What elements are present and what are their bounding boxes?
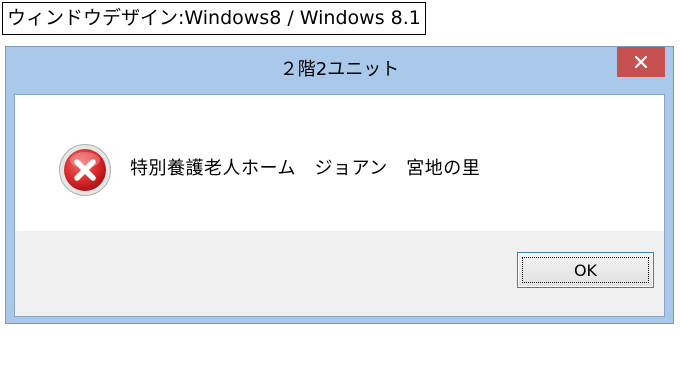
close-icon [635, 56, 647, 68]
ok-button[interactable]: OK [517, 252, 654, 288]
dialog-message: 特別養護老人ホーム ジョアン 宮地の里 [130, 158, 481, 179]
caption-label: ウィンドウデザイン:Windows8 / Windows 8.1 [2, 2, 426, 35]
error-icon [59, 144, 111, 196]
dialog-title: ２階2ユニット [279, 59, 400, 80]
message-dialog: ２階2ユニット 特別養護老人ホーム ジョアン 宮地の里 OK [5, 46, 674, 324]
close-button[interactable] [617, 47, 665, 77]
dialog-client-area: 特別養護老人ホーム ジョアン 宮地の里 OK [14, 94, 665, 317]
title-bar[interactable]: ２階2ユニット [6, 47, 673, 94]
message-area: 特別養護老人ホーム ジョアン 宮地の里 [15, 95, 664, 231]
ok-button-label: OK [573, 260, 598, 280]
